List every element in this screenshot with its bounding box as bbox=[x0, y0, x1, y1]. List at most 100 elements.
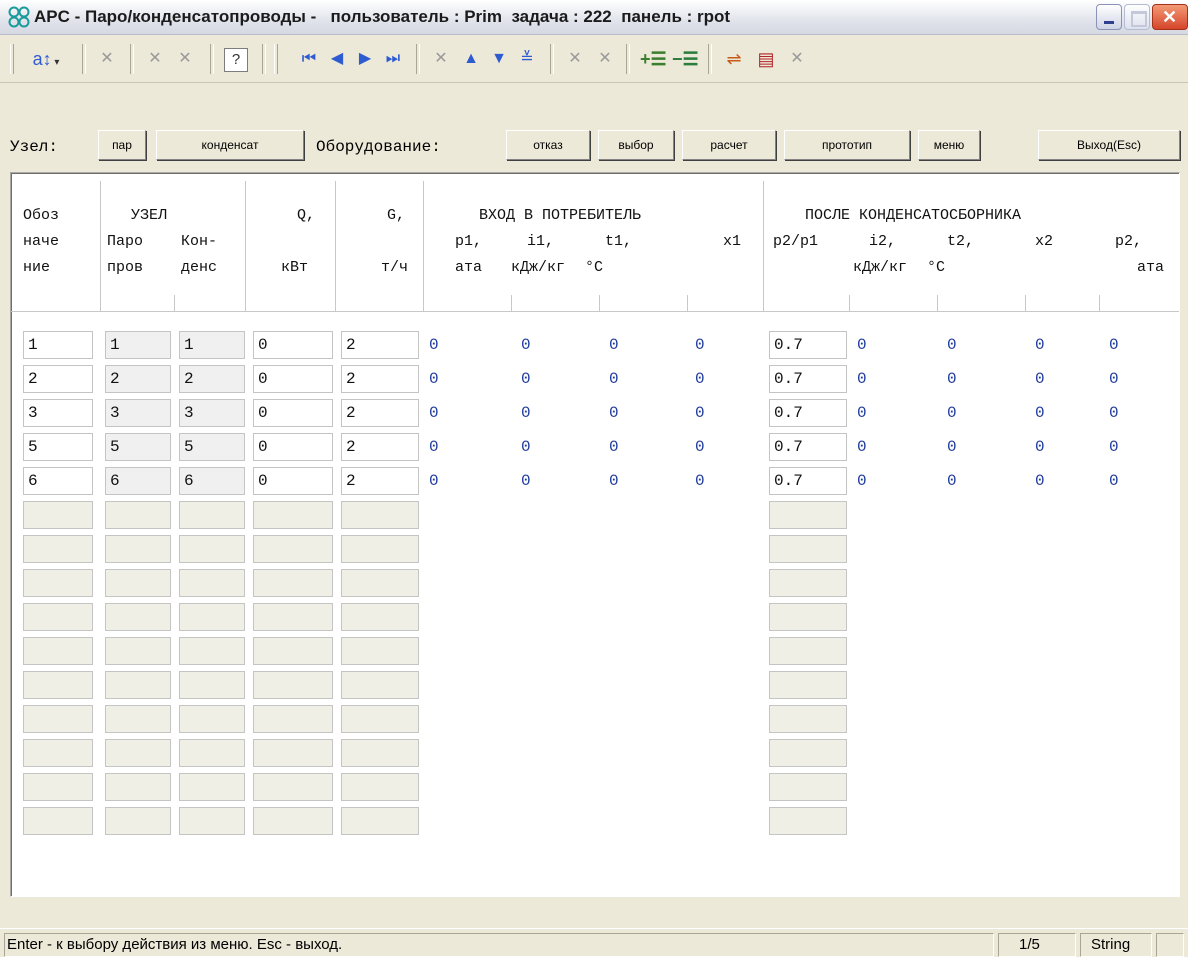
prev-record-icon[interactable]: ◀ bbox=[326, 46, 348, 72]
empty-cell[interactable] bbox=[179, 807, 245, 835]
empty-cell[interactable] bbox=[769, 535, 847, 563]
empty-cell[interactable] bbox=[23, 739, 93, 767]
q-cell[interactable]: 0 bbox=[253, 399, 333, 427]
empty-cell[interactable] bbox=[769, 705, 847, 733]
empty-cell[interactable] bbox=[105, 501, 171, 529]
down-icon[interactable]: ▼ bbox=[488, 46, 510, 72]
add-row-icon[interactable]: +☰ bbox=[640, 46, 667, 72]
otkaz-button[interactable]: отказ bbox=[506, 130, 590, 160]
empty-cell[interactable] bbox=[341, 705, 419, 733]
tool-icon[interactable]: ⇌ bbox=[722, 46, 746, 72]
p2p1-cell[interactable]: 0.7 bbox=[769, 365, 847, 393]
close-icon[interactable]: ✕ bbox=[96, 46, 118, 72]
empty-cell[interactable] bbox=[253, 705, 333, 733]
g-cell[interactable]: 2 bbox=[341, 365, 419, 393]
empty-cell[interactable] bbox=[341, 535, 419, 563]
empty-cell[interactable] bbox=[23, 671, 93, 699]
oboz-cell[interactable]: 3 bbox=[23, 399, 93, 427]
empty-cell[interactable] bbox=[769, 807, 847, 835]
g-cell[interactable]: 2 bbox=[341, 433, 419, 461]
g-cell[interactable]: 2 bbox=[341, 467, 419, 495]
empty-cell[interactable] bbox=[341, 671, 419, 699]
empty-cell[interactable] bbox=[769, 671, 847, 699]
toolbar-grip[interactable] bbox=[10, 44, 14, 74]
empty-cell[interactable] bbox=[23, 773, 93, 801]
help-icon[interactable]: ? bbox=[224, 48, 248, 72]
empty-cell[interactable] bbox=[23, 807, 93, 835]
empty-cell[interactable] bbox=[105, 773, 171, 801]
empty-cell[interactable] bbox=[105, 705, 171, 733]
delete-row-icon[interactable]: −☰ bbox=[672, 46, 699, 72]
empty-cell[interactable] bbox=[179, 535, 245, 563]
kond-cell[interactable]: 6 bbox=[179, 467, 245, 495]
prototip-button[interactable]: прототип bbox=[784, 130, 910, 160]
empty-cell[interactable] bbox=[105, 603, 171, 631]
oboz-cell[interactable]: 1 bbox=[23, 331, 93, 359]
first-record-icon[interactable]: ⏮ bbox=[298, 46, 320, 72]
empty-cell[interactable] bbox=[253, 739, 333, 767]
empty-cell[interactable] bbox=[769, 773, 847, 801]
empty-cell[interactable] bbox=[179, 671, 245, 699]
paro-cell[interactable]: 6 bbox=[105, 467, 171, 495]
empty-cell[interactable] bbox=[341, 603, 419, 631]
close-icon[interactable]: ✕ bbox=[144, 46, 166, 72]
empty-cell[interactable] bbox=[253, 569, 333, 597]
minimize-button[interactable] bbox=[1096, 4, 1122, 30]
exit-button[interactable]: Выход(Esc) bbox=[1038, 130, 1180, 160]
empty-cell[interactable] bbox=[23, 705, 93, 733]
empty-cell[interactable] bbox=[253, 807, 333, 835]
paro-cell[interactable]: 5 bbox=[105, 433, 171, 461]
g-cell[interactable]: 2 bbox=[341, 399, 419, 427]
close-button[interactable] bbox=[1152, 4, 1188, 30]
empty-cell[interactable] bbox=[179, 569, 245, 597]
empty-cell[interactable] bbox=[341, 807, 419, 835]
maximize-button[interactable] bbox=[1124, 4, 1150, 30]
empty-cell[interactable] bbox=[23, 637, 93, 665]
empty-cell[interactable] bbox=[105, 637, 171, 665]
empty-cell[interactable] bbox=[341, 739, 419, 767]
empty-cell[interactable] bbox=[253, 603, 333, 631]
empty-cell[interactable] bbox=[105, 535, 171, 563]
empty-cell[interactable] bbox=[105, 739, 171, 767]
empty-cell[interactable] bbox=[341, 569, 419, 597]
kond-cell[interactable]: 3 bbox=[179, 399, 245, 427]
oboz-cell[interactable]: 6 bbox=[23, 467, 93, 495]
paro-cell[interactable]: 3 bbox=[105, 399, 171, 427]
empty-cell[interactable] bbox=[341, 501, 419, 529]
empty-cell[interactable] bbox=[341, 773, 419, 801]
stack-icon[interactable]: ▤ bbox=[754, 46, 778, 72]
empty-cell[interactable] bbox=[769, 569, 847, 597]
q-cell[interactable]: 0 bbox=[253, 331, 333, 359]
empty-cell[interactable] bbox=[253, 671, 333, 699]
empty-cell[interactable] bbox=[105, 807, 171, 835]
p2p1-cell[interactable]: 0.7 bbox=[769, 467, 847, 495]
empty-cell[interactable] bbox=[253, 773, 333, 801]
empty-cell[interactable] bbox=[23, 603, 93, 631]
close-icon[interactable]: ✕ bbox=[174, 46, 196, 72]
close-icon[interactable]: ✕ bbox=[786, 46, 808, 72]
empty-cell[interactable] bbox=[105, 671, 171, 699]
raschet-button[interactable]: расчет bbox=[682, 130, 776, 160]
q-cell[interactable]: 0 bbox=[253, 365, 333, 393]
kond-cell[interactable]: 5 bbox=[179, 433, 245, 461]
close-icon[interactable]: ✕ bbox=[594, 46, 616, 72]
empty-cell[interactable] bbox=[179, 773, 245, 801]
next-record-icon[interactable]: ▶ bbox=[354, 46, 376, 72]
sort-icon[interactable]: a↕ ▾ bbox=[24, 46, 68, 72]
empty-cell[interactable] bbox=[769, 603, 847, 631]
empty-cell[interactable] bbox=[179, 637, 245, 665]
p2p1-cell[interactable]: 0.7 bbox=[769, 399, 847, 427]
sum-icon[interactable]: ≚ bbox=[516, 46, 538, 72]
empty-cell[interactable] bbox=[253, 637, 333, 665]
empty-cell[interactable] bbox=[179, 705, 245, 733]
empty-cell[interactable] bbox=[769, 637, 847, 665]
empty-cell[interactable] bbox=[105, 569, 171, 597]
empty-cell[interactable] bbox=[23, 501, 93, 529]
empty-cell[interactable] bbox=[769, 739, 847, 767]
empty-cell[interactable] bbox=[179, 603, 245, 631]
empty-cell[interactable] bbox=[23, 535, 93, 563]
p2p1-cell[interactable]: 0.7 bbox=[769, 433, 847, 461]
oboz-cell[interactable]: 2 bbox=[23, 365, 93, 393]
empty-cell[interactable] bbox=[253, 501, 333, 529]
empty-cell[interactable] bbox=[769, 501, 847, 529]
